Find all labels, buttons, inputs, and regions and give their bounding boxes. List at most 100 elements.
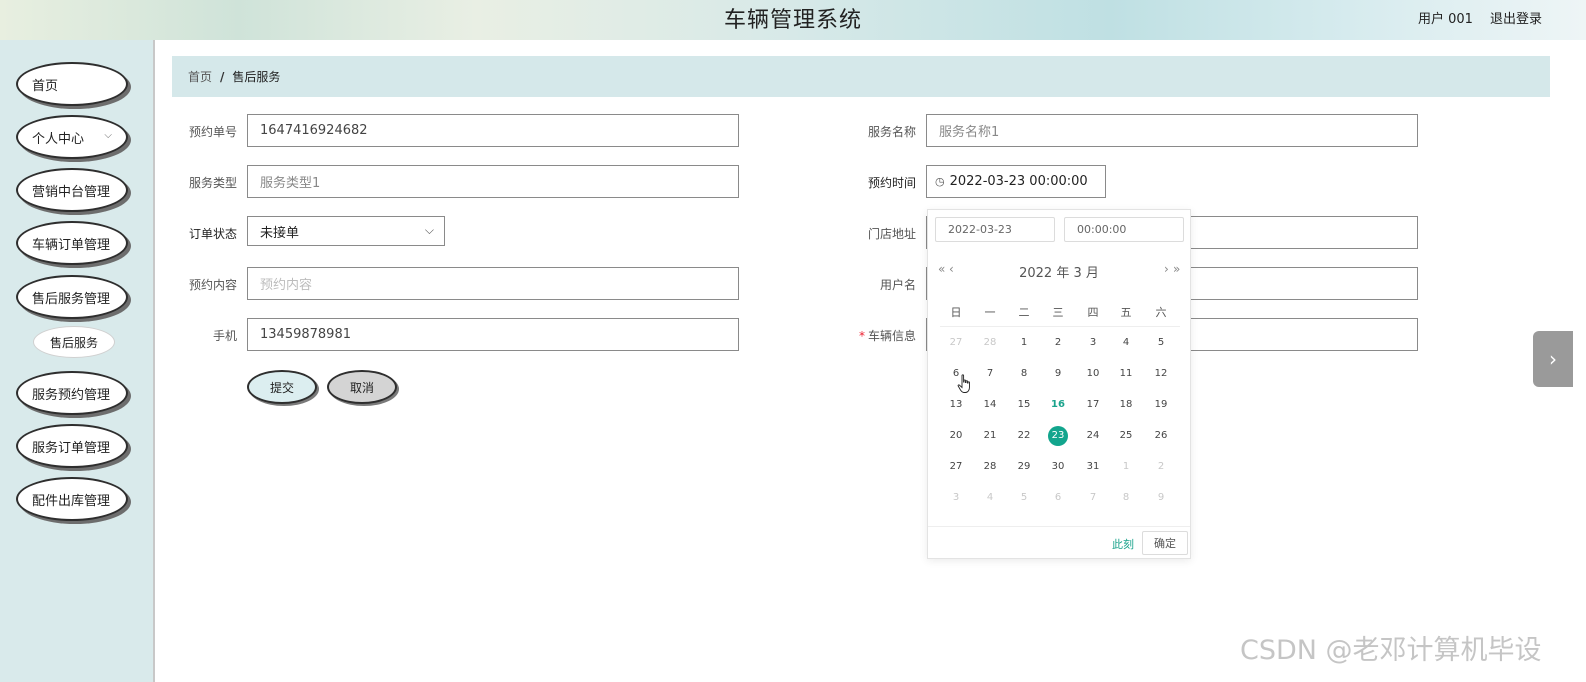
calendar-day[interactable]: 4 (1109, 332, 1143, 354)
sidebar-item-service-orders[interactable]: 服务订单管理 (16, 424, 128, 468)
picker-month-unit: 月 (1085, 266, 1099, 281)
calendar-day[interactable]: 7 (1076, 487, 1110, 509)
calendar-day[interactable]: 8 (1109, 487, 1143, 509)
service-type-field[interactable]: 服务类型1 (247, 165, 739, 198)
content-field[interactable]: 预约内容 (247, 267, 739, 300)
chevron-down-icon: ⌵ (424, 223, 434, 237)
calendar-day[interactable]: 31 (1076, 456, 1110, 478)
user-label: 用户 001 (1418, 12, 1473, 27)
calendar-day[interactable]: 11 (1109, 363, 1143, 385)
picker-time-input[interactable]: 00:00:00 (1064, 217, 1184, 242)
calendar-day[interactable]: 6 (1041, 487, 1075, 509)
sidebar-item-label: 售后服务管理 (32, 291, 111, 307)
sidebar-item-label: 服务订单管理 (32, 440, 111, 456)
breadcrumb-home[interactable]: 首页 (188, 68, 212, 85)
calendar-day[interactable]: 3 (1076, 332, 1110, 354)
calendar-day[interactable]: 13 (939, 394, 973, 416)
required-mark: * (858, 329, 865, 343)
calendar-day-number: 28 (983, 461, 997, 472)
calendar-day[interactable]: 9 (1041, 363, 1075, 385)
calendar-day[interactable]: 26 (1144, 425, 1178, 447)
calendar-day[interactable]: 7 (973, 363, 1007, 385)
calendar-day[interactable]: 25 (1109, 425, 1143, 447)
calendar-day[interactable]: 14 (973, 394, 1007, 416)
content-label: 预约内容 (188, 278, 237, 292)
calendar-day[interactable]: 28 (973, 332, 1007, 354)
calendar-day[interactable]: 5 (1007, 487, 1041, 509)
calendar-day-number: 3 (1089, 337, 1097, 348)
calendar-day-number: 31 (1086, 461, 1100, 472)
calendar-day-number: 5 (1020, 492, 1028, 503)
sidebar-item-vehicle-orders[interactable]: 车辆订单管理 (16, 221, 128, 265)
picker-date-input[interactable]: 2022-03-23 (935, 217, 1055, 242)
calendar-day[interactable]: 10 (1076, 363, 1110, 385)
service-name-field[interactable]: 服务名称1 (926, 114, 1418, 147)
picker-year[interactable]: 2022 (1019, 266, 1052, 281)
service-type-label: 服务类型 (188, 176, 237, 190)
phone-field[interactable]: 13459878981 (247, 318, 739, 351)
sidebar-item-profile[interactable]: 个人中心 ⌵ (16, 115, 128, 159)
calendar-day[interactable]: 17 (1076, 394, 1110, 416)
calendar-day-number: 19 (1154, 399, 1168, 410)
calendar-day[interactable]: 12 (1144, 363, 1178, 385)
calendar-day[interactable]: 20 (939, 425, 973, 447)
picker-now-button[interactable]: 此刻 (1112, 536, 1134, 552)
calendar-day-number: 12 (1154, 368, 1168, 379)
picker-ok-button[interactable]: 确定 (1142, 531, 1188, 555)
next-month-icon[interactable]: › (1164, 262, 1169, 276)
calendar-day-number: 17 (1086, 399, 1100, 410)
store-address-label: 门店地址 (867, 227, 916, 241)
sidebar-item-service-booking[interactable]: 服务预约管理 (16, 371, 128, 415)
calendar-day[interactable]: 5 (1144, 332, 1178, 354)
next-year-icon[interactable]: » (1173, 262, 1180, 276)
breadcrumb-separator: / (220, 69, 225, 84)
calendar-day[interactable]: 1 (1109, 456, 1143, 478)
order-no-label: 预约单号 (188, 125, 237, 139)
weekday-header: 日 (950, 306, 962, 319)
calendar-day[interactable]: 27 (939, 332, 973, 354)
weekday-header: 三 (1052, 306, 1064, 319)
sidebar-item-home[interactable]: 首页 (16, 62, 128, 106)
chevron-right-icon: › (1549, 347, 1557, 371)
sidebar-item-marketing[interactable]: 营销中台管理 (16, 168, 128, 212)
calendar-day-number: 20 (949, 430, 963, 441)
calendar-day[interactable]: 18 (1109, 394, 1143, 416)
calendar-day[interactable]: 30 (1041, 456, 1075, 478)
calendar-day[interactable]: 21 (973, 425, 1007, 447)
sidebar-item-parts-outbound[interactable]: 配件出库管理 (16, 477, 128, 521)
appointment-time-field[interactable]: ◷ 2022-03-23 00:00:00 (926, 165, 1106, 198)
calendar-day[interactable]: 9 (1144, 487, 1178, 509)
calendar-day[interactable]: 22 (1007, 425, 1041, 447)
calendar-day-number: 7 (1089, 492, 1097, 503)
calendar-day[interactable]: 19 (1144, 394, 1178, 416)
logout-link[interactable]: 退出登录 (1490, 8, 1542, 27)
cancel-button[interactable]: 取消 (327, 370, 397, 404)
clock-icon: ◷ (935, 175, 945, 188)
calendar-day-today[interactable]: 16 (1041, 394, 1075, 416)
order-status-select[interactable]: 未接单 ⌵ (247, 216, 445, 246)
calendar-day[interactable]: 15 (1007, 394, 1041, 416)
sidebar-item-after-sales[interactable]: 售后服务管理 (16, 275, 128, 319)
calendar-day[interactable]: 29 (1007, 456, 1041, 478)
calendar-day-selected[interactable]: 23 (1041, 425, 1075, 447)
calendar-day[interactable]: 8 (1007, 363, 1041, 385)
calendar-day[interactable]: 3 (939, 487, 973, 509)
calendar-day[interactable]: 27 (939, 456, 973, 478)
order-no-field[interactable]: 1647416924682 (247, 114, 739, 147)
calendar-day-number: 28 (983, 337, 997, 348)
calendar-day[interactable]: 1 (1007, 332, 1041, 354)
sidebar-subitem-after-sales-service[interactable]: 售后服务 (33, 326, 115, 358)
calendar-day[interactable]: 2 (1144, 456, 1178, 478)
submit-button[interactable]: 提交 (247, 370, 317, 404)
breadcrumb-current: 售后服务 (232, 70, 281, 84)
expand-panel-button[interactable]: › (1533, 331, 1573, 387)
username-label: 用户名 (879, 278, 916, 292)
calendar-day[interactable]: 24 (1076, 425, 1110, 447)
picker-month[interactable]: 3 (1073, 266, 1081, 281)
calendar-day-number: 1 (1122, 461, 1130, 472)
calendar-day[interactable]: 28 (973, 456, 1007, 478)
calendar-day[interactable]: 4 (973, 487, 1007, 509)
sidebar-item-label: 服务预约管理 (32, 387, 111, 403)
calendar-day[interactable]: 2 (1041, 332, 1075, 354)
breadcrumb: 首页 / 售后服务 (172, 56, 1550, 97)
